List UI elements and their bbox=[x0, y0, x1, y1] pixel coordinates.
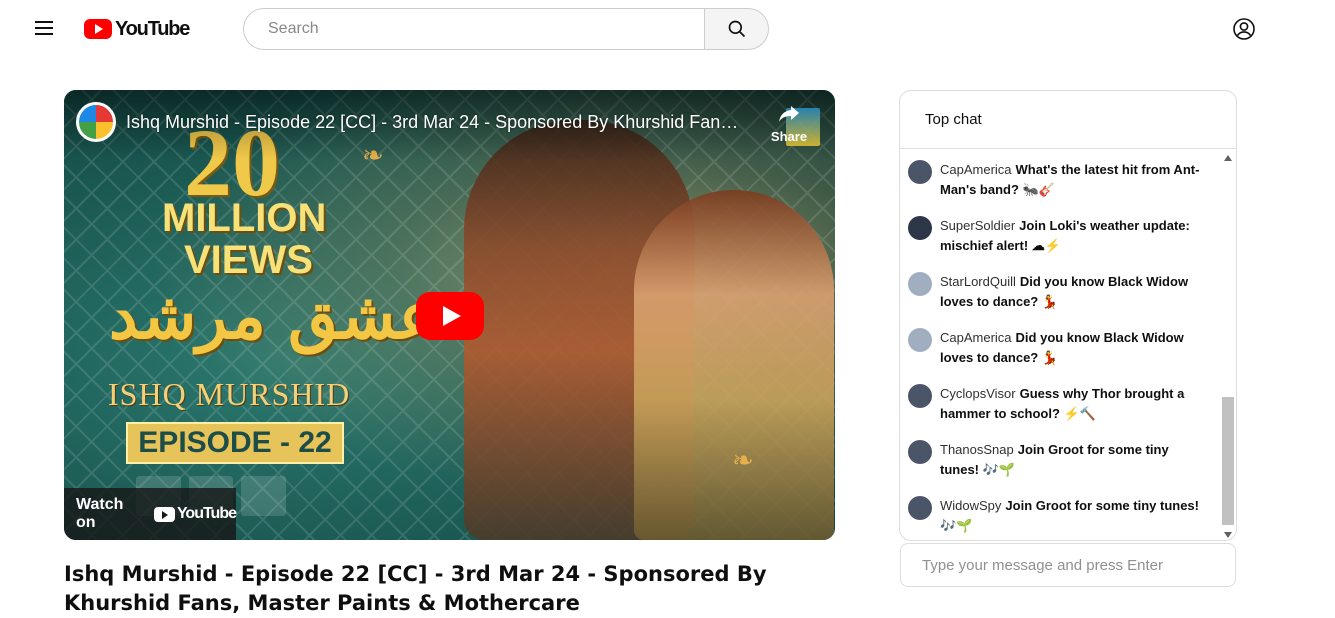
author-avatar[interactable] bbox=[908, 272, 932, 296]
menu-icon[interactable] bbox=[35, 21, 53, 35]
account-icon[interactable] bbox=[1232, 17, 1256, 41]
search-input[interactable] bbox=[243, 8, 704, 50]
watch-on-brand: YouTube bbox=[176, 505, 237, 522]
youtube-play-icon bbox=[153, 506, 175, 522]
chat-author-name[interactable]: StarLordQuill bbox=[940, 274, 1016, 289]
youtube-play-icon bbox=[84, 19, 112, 39]
leaf-icon: ❧ bbox=[732, 445, 754, 475]
chat-author-name[interactable]: SuperSoldier bbox=[940, 218, 1015, 233]
author-avatar[interactable] bbox=[908, 384, 932, 408]
chat-author-name[interactable]: CapAmerica bbox=[940, 330, 1012, 345]
video-player[interactable]: ❧ ❧ 20 MILLION VIEWS عشق مرشد ISHQ MURSH… bbox=[64, 90, 835, 540]
thumbnail-million: MILLION bbox=[162, 196, 327, 240]
watch-on-label: Watch on bbox=[76, 496, 124, 531]
chat-message: CapAmerica What's the latest hit from Ant… bbox=[900, 149, 1220, 205]
scroll-up-icon[interactable] bbox=[1224, 155, 1232, 161]
scrollbar-thumb[interactable] bbox=[1222, 397, 1234, 525]
author-avatar[interactable] bbox=[908, 216, 932, 240]
play-button[interactable] bbox=[416, 292, 484, 340]
chat-message-input[interactable] bbox=[900, 543, 1236, 587]
chat-author-name[interactable]: CapAmerica bbox=[940, 162, 1012, 177]
watch-on-youtube-button[interactable]: Watch on YouTube bbox=[64, 488, 237, 540]
search-button[interactable] bbox=[704, 8, 769, 50]
chat-message-list[interactable]: CapAmerica What's the latest hit from Ant… bbox=[900, 149, 1220, 540]
chat-author-name[interactable]: CyclopsVisor bbox=[940, 386, 1016, 401]
author-avatar[interactable] bbox=[908, 496, 932, 520]
youtube-logo[interactable]: YouTube bbox=[84, 17, 190, 40]
share-icon bbox=[779, 106, 799, 122]
chat-message: SuperSoldier Join Loki's weather update: … bbox=[900, 205, 1220, 261]
author-avatar[interactable] bbox=[908, 160, 932, 184]
live-chat-panel: Top chat CapAmerica What's the latest hit… bbox=[899, 90, 1237, 541]
chat-mode-selector[interactable]: Top chat bbox=[900, 91, 1236, 149]
youtube-mini-logo: YouTube bbox=[153, 505, 237, 523]
chat-message: StarLordQuill Did you know Black Widow lo… bbox=[900, 261, 1220, 317]
thumbnail-urdu-title: عشق مرشد bbox=[109, 279, 437, 354]
logo-text: YouTube bbox=[115, 17, 190, 40]
chat-author-name[interactable]: WidowSpy bbox=[940, 498, 1001, 513]
channel-avatar[interactable] bbox=[76, 102, 116, 142]
chat-message: ThanosSnap Join Groot for some tiny tunes… bbox=[900, 429, 1220, 485]
video-title: Ishq Murshid - Episode 22 [CC] - 3rd Mar… bbox=[64, 562, 767, 615]
chat-message: CapAmerica Did you know Black Widow loves… bbox=[900, 317, 1220, 373]
scroll-down-icon[interactable] bbox=[1224, 532, 1232, 538]
share-label: Share bbox=[770, 129, 808, 144]
thumbnail-episode-badge: EPISODE - 22 bbox=[126, 422, 344, 464]
chat-message: CyclopsVisor Guess why Thor brought a ham… bbox=[900, 373, 1220, 429]
thumbnail-english-title: ISHQ MURSHID bbox=[108, 376, 351, 412]
thumbnail-views: VIEWS bbox=[184, 238, 313, 282]
author-avatar[interactable] bbox=[908, 440, 932, 464]
chat-author-name[interactable]: ThanosSnap bbox=[940, 442, 1014, 457]
thumbnail-actress-figure bbox=[634, 190, 834, 540]
chat-message: WidowSpy Join Groot for some tiny tunes! … bbox=[900, 485, 1220, 540]
search-bar bbox=[243, 8, 769, 50]
share-button[interactable]: Share bbox=[764, 104, 814, 144]
search-icon bbox=[728, 20, 745, 38]
chat-scrollbar[interactable] bbox=[1220, 149, 1236, 540]
player-title-link[interactable]: Ishq Murshid - Episode 22 [CC] - 3rd Mar… bbox=[126, 112, 746, 133]
author-avatar[interactable] bbox=[908, 328, 932, 352]
